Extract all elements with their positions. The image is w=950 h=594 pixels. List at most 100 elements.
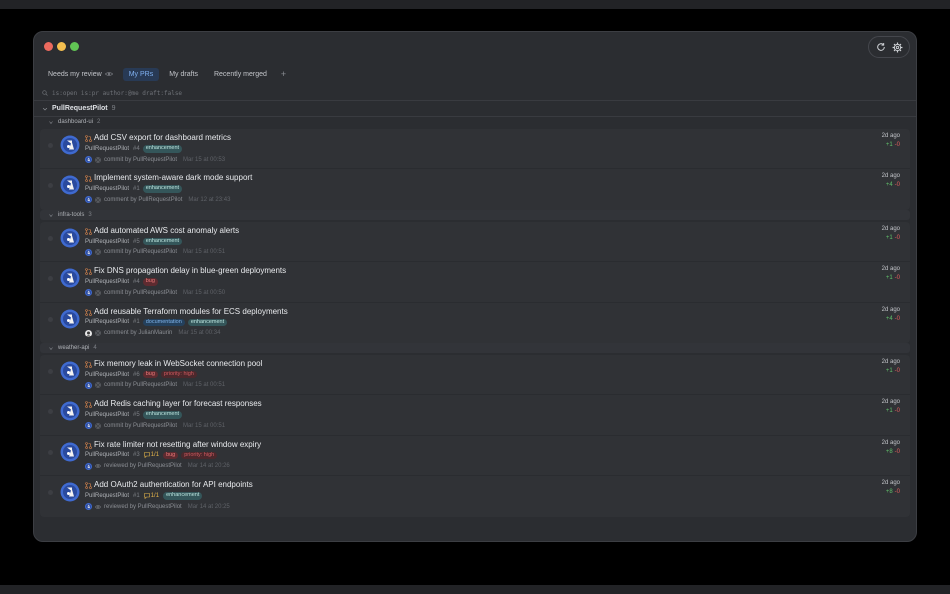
refresh-icon[interactable]	[874, 40, 888, 54]
pr-row[interactable]: Implement system-aware dark mode support…	[40, 169, 910, 209]
additions: +1	[885, 408, 893, 415]
pr-stats: 2d ago +4 -0	[882, 307, 900, 322]
diff-stats: +1 -0	[882, 408, 900, 414]
pr-activity: commit by PullRequestPilot Mar 15 at 00:5…	[85, 381, 225, 389]
label-badge: enhancement	[142, 185, 183, 193]
avatar	[60, 361, 80, 381]
repo-name: PullRequestPilot	[52, 105, 108, 112]
pr-title[interactable]: Fix memory leak in WebSocket connection …	[94, 359, 262, 368]
pr-title[interactable]: Fix rate limiter not resetting after win…	[94, 440, 261, 449]
group-header[interactable]: weather-api 4	[40, 342, 910, 353]
diff-stats: +1 -0	[882, 142, 900, 148]
pr-title[interactable]: Add OAuth2 authentication for API endpoi…	[94, 480, 253, 489]
pr-row[interactable]: Fix rate limiter not resetting after win…	[40, 436, 910, 477]
pr-title[interactable]: Add CSV export for dashboard metrics	[94, 133, 231, 142]
diff-stats: +1 -0	[882, 235, 900, 241]
add-tab-button[interactable]: +	[277, 69, 290, 79]
pr-meta: PullRequestPilot #1 documentation enhanceme…	[85, 318, 228, 327]
tab-recently-merged[interactable]: Recently merged	[208, 68, 273, 81]
minimize-window-button[interactable]	[57, 42, 66, 51]
pr-activity: comment by JulianMaurin Mar 15 at 00:34	[85, 329, 220, 337]
activity-time: Mar 15 at 00:53	[183, 156, 226, 163]
pr-title[interactable]: Fix DNS propagation delay in blue-green …	[94, 266, 286, 275]
activity-text: comment by JulianMaurin	[104, 330, 173, 337]
commit-icon	[95, 289, 101, 296]
select-dot[interactable]	[48, 449, 53, 455]
pr-number: #6	[133, 371, 140, 378]
pr-meta: PullRequestPilot #4 bug	[85, 278, 158, 286]
deletions: -0	[894, 182, 900, 189]
group-name: infra-tools	[58, 211, 85, 218]
group-count: 3	[88, 211, 92, 218]
conversation-count: 1/1	[143, 492, 160, 499]
select-dot[interactable]	[48, 368, 53, 374]
titlebar	[34, 32, 916, 62]
pr-number: #4	[133, 145, 140, 152]
group-header[interactable]: dashboard-ui 2	[40, 117, 910, 127]
label-badge: bug	[142, 278, 158, 286]
pr-stats: 2d ago +1 -0	[882, 266, 900, 281]
activity-time: Mar 15 at 00:50	[183, 289, 226, 296]
pr-activity: commit by PullRequestPilot Mar 15 at 00:5…	[85, 156, 225, 163]
tab-bar: Needs my review My PRs My drafts Recentl…	[34, 62, 916, 86]
select-dot[interactable]	[48, 409, 53, 415]
pr-group: Add CSV export for dashboard metrics Pull…	[40, 129, 910, 210]
comment-icon	[143, 452, 150, 459]
label-badge: enhancement	[163, 492, 203, 500]
gear-icon[interactable]	[891, 40, 905, 54]
tab-needs-my-review[interactable]: Needs my review	[42, 68, 119, 81]
pr-title[interactable]: Implement system-aware dark mode support	[94, 173, 252, 182]
toolbar-actions	[868, 36, 910, 58]
pr-stats: 2d ago +8 -0	[882, 480, 900, 495]
pr-title[interactable]: Add reusable Terraform modules for ECS d…	[94, 307, 288, 316]
user-avatar	[85, 156, 92, 163]
select-dot[interactable]	[48, 490, 53, 496]
pr-row[interactable]: Add Redis caching layer for forecast res…	[40, 395, 910, 436]
pr-row[interactable]: Fix memory leak in WebSocket connection …	[40, 355, 910, 396]
comment-icon	[95, 197, 101, 203]
select-dot[interactable]	[48, 143, 53, 148]
search-bar	[34, 86, 916, 101]
pr-title[interactable]: Add Redis caching layer for forecast res…	[94, 399, 262, 408]
pr-row[interactable]: Add automated AWS cost anomaly alerts Pul…	[40, 222, 910, 263]
pr-row[interactable]: Fix DNS propagation delay in blue-green …	[40, 262, 910, 303]
pr-activity: commit by PullRequestPilot Mar 15 at 00:5…	[85, 289, 226, 297]
pr-group: Add automated AWS cost anomaly alerts Pul…	[40, 221, 910, 343]
label-badge: enhancement	[187, 318, 228, 327]
pr-activity: commit by PullRequestPilot Mar 15 at 00:5…	[85, 422, 225, 430]
conversation-count-value: 1/1	[150, 492, 160, 499]
avatar	[60, 135, 80, 155]
pr-activity: reviewed by PullRequestPilot Mar 14 at 20…	[85, 503, 230, 511]
zoom-window-button[interactable]	[70, 42, 79, 51]
activity-text: commit by PullRequestPilot	[104, 422, 178, 429]
pr-title[interactable]: Add automated AWS cost anomaly alerts	[94, 226, 239, 235]
pr-group: Fix memory leak in WebSocket connection …	[40, 354, 910, 517]
activity-text: commit by PullRequestPilot	[104, 382, 178, 389]
group-name: dashboard-ui	[58, 119, 94, 125]
chevron-down-icon	[49, 121, 53, 124]
pr-row[interactable]: Add OAuth2 authentication for API endpoi…	[40, 476, 910, 516]
additions: +8	[885, 448, 893, 455]
user-avatar	[85, 503, 92, 511]
pull-request-icon	[85, 135, 92, 142]
pr-list: PullRequestPilot 9 dashboard-ui 2 Add CSV …	[34, 101, 916, 517]
select-dot[interactable]	[48, 316, 53, 322]
search-input[interactable]	[52, 89, 452, 97]
diff-stats: +4 -0	[882, 182, 900, 188]
tab-my-drafts[interactable]: My drafts	[163, 68, 204, 81]
select-dot[interactable]	[48, 235, 53, 241]
group-header[interactable]: infra-tools 3	[40, 209, 910, 220]
activity-text: commit by PullRequestPilot	[104, 289, 178, 296]
select-dot[interactable]	[48, 276, 53, 282]
avatar	[60, 442, 80, 462]
pr-meta: PullRequestPilot #3 1/1 bug priority: high	[85, 451, 218, 460]
repo-header[interactable]: PullRequestPilot 9	[34, 101, 916, 117]
pr-row[interactable]: Add CSV export for dashboard metrics Pull…	[40, 129, 910, 170]
deletions: -0	[894, 448, 900, 455]
close-window-button[interactable]	[44, 42, 53, 51]
pr-author: PullRequestPilot	[85, 278, 130, 285]
group-count: 2	[97, 119, 101, 125]
tab-my-prs[interactable]: My PRs	[122, 67, 160, 81]
pr-row[interactable]: Add reusable Terraform modules for ECS d…	[40, 303, 910, 343]
select-dot[interactable]	[48, 183, 53, 189]
